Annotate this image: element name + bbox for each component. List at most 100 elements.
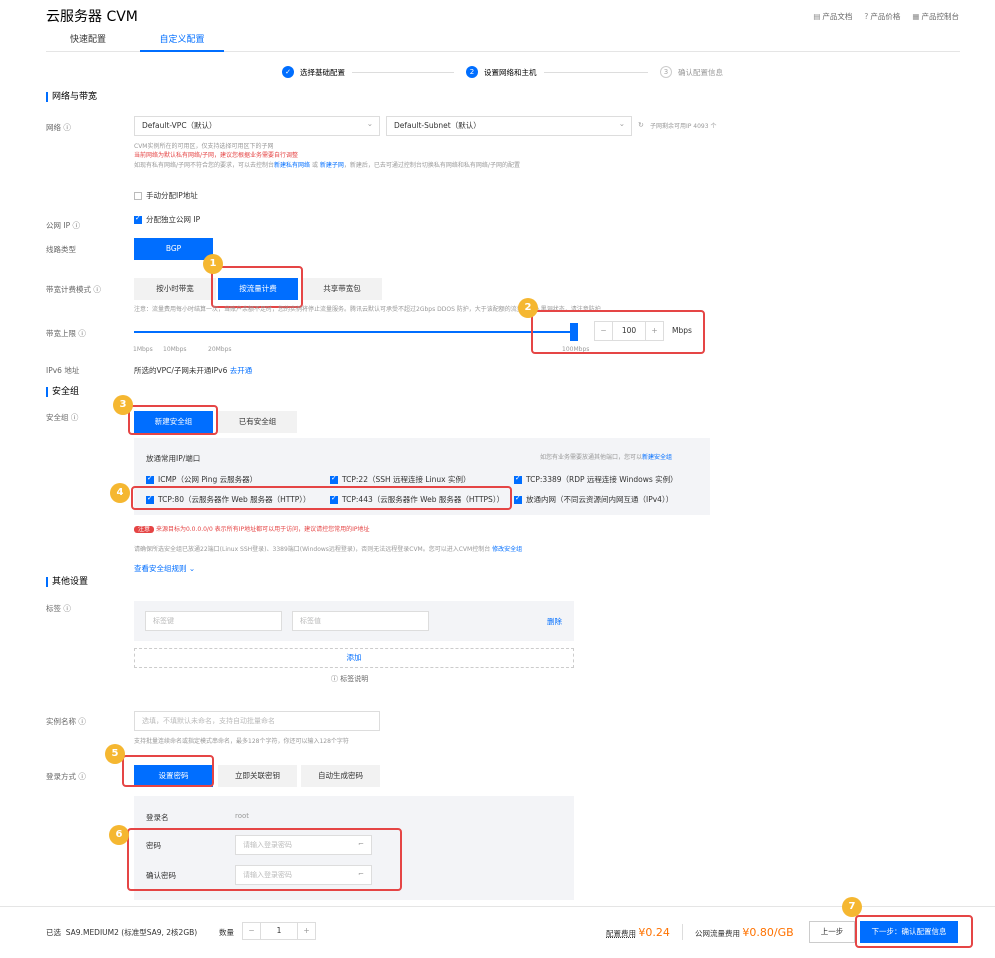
plus-button[interactable]: + xyxy=(297,923,315,939)
ipv6-label: IPv6 地址 xyxy=(46,366,80,375)
traffic-fee-value: ¥0.80/GB xyxy=(742,926,794,939)
network-note-3: 如现有私有网络/子网不符合您的要求，可以去控制台新建私有网络 或 新建子网，新建… xyxy=(134,162,520,169)
step-badge-4: 4 xyxy=(110,483,130,503)
bandwidth-slider-track[interactable] xyxy=(134,331,574,333)
prev-button[interactable]: 上一步 xyxy=(809,921,855,943)
add-tag-button[interactable]: 添加 xyxy=(134,648,574,668)
sg-warning: 注意 来源目标为0.0.0.0/0 表示所有IP地址都可以用于访问，建议请控您常… xyxy=(134,524,369,533)
info-icon: ⓘ xyxy=(331,675,338,683)
tag-key-input[interactable]: 标签键 xyxy=(145,611,282,631)
doc-link[interactable]: ▤ 产品文档 xyxy=(813,11,852,22)
step-badge-2: 2 xyxy=(518,298,538,318)
doc-icon: ▤ xyxy=(813,12,821,21)
public-ip-label: 公网 IP ⓘ xyxy=(46,221,81,230)
sg-panel-hint: 如您有业务需要放通其他端口，您可以新建安全组 xyxy=(540,454,673,461)
highlight-box-2 xyxy=(531,310,705,354)
port-checkbox[interactable] xyxy=(514,474,522,484)
step-badge-7: 7 xyxy=(842,897,862,917)
ip-remaining: 子网剩余可用IP 4093 个 xyxy=(650,123,717,130)
port-icmp[interactable]: ICMP（公网 Ping 云服务器） xyxy=(146,474,257,485)
section-security: 安全组 xyxy=(46,387,79,397)
help-icon: ⓘ xyxy=(63,123,71,132)
login-auto-button[interactable]: 自动生成密码 xyxy=(301,765,380,787)
ipv6-status: 所选的VPC/子网未开通IPv6 去开通 xyxy=(134,366,253,375)
subnet-select[interactable]: Default-Subnet（默认） xyxy=(386,115,632,136)
step-badge-6: 6 xyxy=(109,825,129,845)
warning-tag: 注意 xyxy=(134,526,155,533)
help-icon: ⓘ xyxy=(78,717,86,726)
help-icon: ⓘ xyxy=(63,604,71,613)
new-sg-link[interactable]: 新建安全组 xyxy=(642,454,672,461)
top-links: ▤ 产品文档 ? 产品价格 ▦ 产品控制台 xyxy=(813,11,959,22)
highlight-box-5 xyxy=(122,755,214,787)
manual-ip-option[interactable]: 手动分配IP地址 xyxy=(134,190,198,201)
port-22[interactable]: TCP:22（SSH 远程连接 Linux 实例） xyxy=(330,474,471,485)
selected-config: 已选 SA9.MEDIUM2 (标准型SA9, 2核2GB) xyxy=(46,928,198,937)
check-icon: ✓ xyxy=(282,66,294,78)
login-keypair-button[interactable]: 立即关联密钥 xyxy=(218,765,297,787)
sg-note: 请确保所选安全组已放通22端口(Linux SSH登录)、3389端口(Wind… xyxy=(134,546,523,553)
view-sg-rules[interactable]: 查看安全组规则 ⌄ xyxy=(134,563,195,574)
port-intranet[interactable]: 放通内网（不同云资源间内网互通（IPv4）） xyxy=(514,494,673,505)
sg-panel-title: 放通常用IP/端口 xyxy=(146,454,201,463)
console-link[interactable]: ▦ 产品控制台 xyxy=(912,11,959,22)
manual-ip-checkbox[interactable] xyxy=(134,192,142,200)
username-label: 登录名 xyxy=(146,813,169,822)
public-ip-checkbox[interactable] xyxy=(134,214,142,224)
network-label: 网络 ⓘ xyxy=(46,123,71,132)
ipv6-enable-link[interactable]: 去开通 xyxy=(230,366,253,375)
bandwidth-label: 带宽上限 ⓘ xyxy=(46,329,86,338)
tag-value-input[interactable]: 标签值 xyxy=(292,611,429,631)
existing-sg-button[interactable]: 已有安全组 xyxy=(218,411,297,433)
refresh-icon[interactable]: ↻ xyxy=(638,121,644,129)
highlight-box-7 xyxy=(855,915,973,948)
new-vpc-link[interactable]: 新建私有网络 xyxy=(274,162,310,169)
help-icon: ⓘ xyxy=(78,772,86,781)
network-note-1: CVM实例所在的可用区，仅支持选择可用区下的子网 xyxy=(134,143,274,150)
billing-hourly[interactable]: 按小时带宽 xyxy=(134,278,216,300)
tag-help[interactable]: ⓘ 标签说明 xyxy=(331,674,368,684)
quantity-stepper[interactable]: − 1 + xyxy=(242,922,316,940)
tag-delete-link[interactable]: 删除 xyxy=(547,616,562,627)
grid-icon: ▦ xyxy=(912,12,920,21)
step-divider xyxy=(544,72,648,73)
highlight-box-1 xyxy=(211,266,303,308)
help-icon: ⓘ xyxy=(93,285,101,294)
new-subnet-link[interactable]: 新建子网 xyxy=(320,162,344,169)
tick-1: 1Mbps xyxy=(133,346,153,353)
divider xyxy=(682,924,683,940)
port-checkbox[interactable] xyxy=(330,474,338,484)
instance-name-input[interactable]: 选填，不填默认未命名，支持自动批量命名 xyxy=(134,711,380,731)
port-3389[interactable]: TCP:3389（RDP 远程连接 Windows 实例） xyxy=(514,474,678,485)
minus-button[interactable]: − xyxy=(243,923,261,939)
tick-3: 20Mbps xyxy=(208,346,232,353)
port-checkbox[interactable] xyxy=(146,474,154,484)
tab-quick[interactable]: 快速配置 xyxy=(46,30,130,52)
tab-custom[interactable]: 自定义配置 xyxy=(140,30,224,52)
vpc-select[interactable]: Default-VPC（默认） xyxy=(134,115,380,136)
step-3: 3 确认配置信息 xyxy=(660,66,723,78)
billing-label: 带宽计费模式 ⓘ xyxy=(46,285,101,294)
step-badge-3: 3 xyxy=(113,395,133,415)
config-tabs: 快速配置 自定义配置 xyxy=(46,30,960,52)
help-icon: ⓘ xyxy=(78,329,86,338)
step-badge-5: 5 xyxy=(105,744,125,764)
tick-2: 10Mbps xyxy=(163,346,187,353)
help-icon: ⓘ xyxy=(70,413,79,422)
price-link[interactable]: ? 产品价格 xyxy=(864,11,900,22)
network-note-2: 当前网络为默认私有网络/子网，建议您根据业务需要自行调整 xyxy=(134,152,299,159)
page-title: 云服务器 CVM xyxy=(46,9,138,25)
instance-name-label: 实例名称 ⓘ xyxy=(46,717,86,726)
bgp-button[interactable]: BGP xyxy=(134,238,213,260)
port-checkbox[interactable] xyxy=(514,494,522,504)
username-value: root xyxy=(235,812,250,820)
highlight-box-4 xyxy=(131,486,512,510)
highlight-box-3 xyxy=(128,405,218,435)
quantity-value[interactable]: 1 xyxy=(261,923,297,939)
public-ip-option[interactable]: 分配独立公网 IP xyxy=(134,214,200,225)
section-other: 其他设置 xyxy=(46,577,88,587)
modify-sg-link[interactable]: 修改安全组 xyxy=(492,546,522,553)
sg-label: 安全组 ⓘ xyxy=(46,413,79,422)
billing-shared[interactable]: 共享带宽包 xyxy=(302,278,382,300)
line-type-label: 线路类型 xyxy=(46,245,76,254)
